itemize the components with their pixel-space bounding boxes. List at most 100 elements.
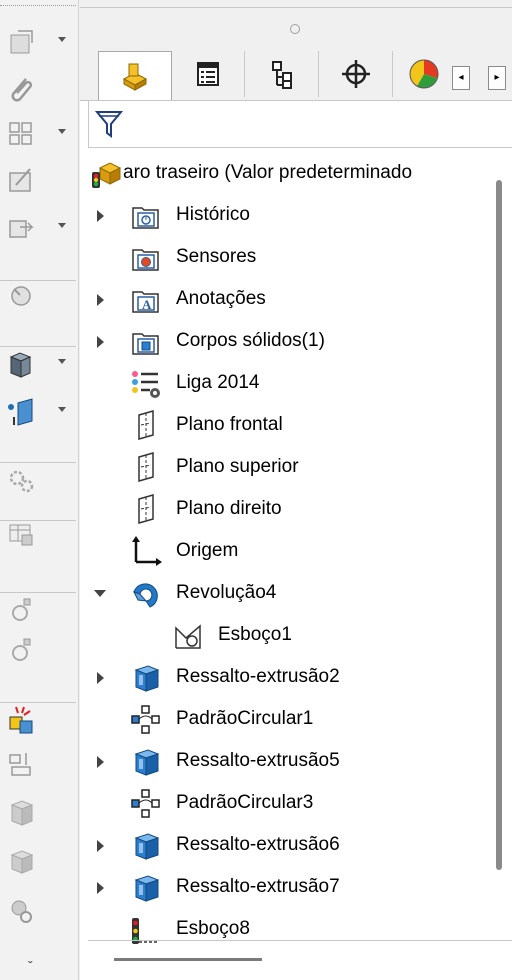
tab-scroll-left-button[interactable]: ◂ [452, 66, 470, 90]
relations-button[interactable] [2, 211, 66, 245]
toolbar-separator [0, 346, 76, 347]
tree-node-label: Ressalto-extrusão7 [176, 876, 340, 897]
circular-pattern-icon [130, 788, 162, 820]
tree-node[interactable]: Esboço1 [80, 618, 495, 654]
solid-bodies-folder-icon [130, 326, 162, 358]
panel-handle-icon[interactable] [290, 24, 300, 34]
table-button[interactable] [2, 517, 62, 551]
expand-arrow-icon[interactable] [97, 294, 104, 306]
plane-icon [130, 410, 162, 442]
sketch-icon [172, 620, 204, 652]
component-button[interactable] [2, 795, 62, 829]
tab-feature-manager[interactable] [98, 51, 172, 100]
chevron-down-icon[interactable] [58, 359, 66, 364]
toolbar-separator [0, 702, 76, 703]
tree-node-label: aro traseiro (Valor predeterminado [123, 162, 413, 183]
tree-node[interactable]: Plano frontal [80, 408, 495, 444]
paperclip-icon [11, 78, 33, 102]
toolbar-more-icon[interactable]: ˇ [28, 958, 33, 974]
tree-node-label: Plano direito [176, 498, 282, 519]
tree-node-label: PadrãoCircular3 [176, 792, 314, 813]
align-button[interactable] [2, 749, 62, 783]
expand-arrow-icon[interactable] [97, 840, 104, 852]
tree-node[interactable]: A Anotações [80, 282, 495, 318]
tab-property-manager[interactable] [172, 51, 245, 97]
mate-alt-button[interactable] [2, 633, 62, 667]
sensors-folder-icon [130, 242, 162, 274]
rebuild-button[interactable] [2, 279, 62, 313]
assembly-button[interactable] [2, 843, 62, 877]
history-folder-icon [130, 200, 162, 232]
tree-node[interactable]: Corpos sólidos(1) [80, 324, 495, 360]
toolbar-separator [0, 592, 76, 593]
tree-node[interactable]: Ressalto-extrusão6 [80, 828, 495, 864]
filter-bar[interactable] [88, 100, 512, 148]
tab-display-manager[interactable] [394, 51, 454, 97]
grid-layout-button[interactable] [2, 117, 66, 151]
feature-manager-panel: ◂ ▸ aro traseiro (Valor predeterminado Hi… [80, 0, 512, 980]
tab-configuration-manager[interactable] [246, 51, 319, 97]
chevron-down-icon[interactable] [58, 37, 66, 42]
annotations-folder-icon: A [130, 284, 162, 316]
extrude-icon [130, 746, 162, 778]
chevron-down-icon[interactable] [58, 407, 66, 412]
sketch-3d-icon [130, 914, 162, 946]
filter-icon[interactable] [95, 109, 123, 139]
expand-arrow-icon[interactable] [97, 756, 104, 768]
extrude-icon [130, 872, 162, 904]
paperclip-button[interactable] [2, 71, 62, 105]
feature-tree: aro traseiro (Valor predeterminado Histór… [80, 146, 495, 944]
panel-header [80, 0, 512, 49]
toolbar-grip[interactable] [0, 5, 76, 8]
tree-root[interactable]: aro traseiro (Valor predeterminado [80, 156, 495, 192]
expand-arrow-icon[interactable] [97, 336, 104, 348]
expand-arrow-icon[interactable] [97, 672, 104, 684]
tree-node[interactable]: Esboço8 [80, 912, 495, 948]
mate-button[interactable] [2, 593, 62, 627]
material-icon [130, 368, 162, 400]
chevron-down-icon[interactable] [58, 129, 66, 134]
tab-dimxpert[interactable] [320, 51, 393, 97]
table-icon [9, 524, 33, 546]
new-sketch-icon [10, 30, 33, 54]
configuration-manager-icon [272, 61, 292, 89]
vertical-scrollbar[interactable] [496, 180, 502, 870]
property-manager-icon [197, 62, 219, 86]
tree-node[interactable]: Plano superior [80, 450, 495, 486]
explode-button[interactable] [2, 703, 62, 737]
tree-node-label: PadrãoCircular1 [176, 708, 314, 729]
tree-node[interactable]: Ressalto-extrusão2 [80, 660, 495, 696]
tab-scroll-right-button[interactable]: ▸ [488, 66, 506, 90]
tree-node-label: Liga 2014 [176, 372, 260, 393]
tree-node-label: Ressalto-extrusão6 [176, 834, 340, 855]
grid-layout-icon [9, 122, 32, 145]
reference-plane-button[interactable] [2, 395, 66, 429]
tree-node[interactable]: Ressalto-extrusão7 [80, 870, 495, 906]
tree-node[interactable]: Revolução4 [80, 576, 495, 612]
svg-text:A: A [142, 297, 152, 312]
expand-arrow-icon[interactable] [97, 210, 104, 222]
tree-node[interactable]: PadrãoCircular1 [80, 702, 495, 738]
extrude-boss-button[interactable] [2, 347, 66, 381]
tree-node[interactable]: PadrãoCircular3 [80, 786, 495, 822]
gears-button[interactable] [2, 463, 62, 497]
horizontal-scrollbar[interactable] [114, 958, 262, 961]
extrude-icon [130, 830, 162, 862]
edit-sketch-button[interactable] [2, 163, 62, 197]
collapse-arrow-icon[interactable] [94, 590, 106, 597]
tree-node[interactable]: Plano direito [80, 492, 495, 528]
new-sketch-button[interactable] [2, 25, 66, 59]
part-icon [90, 158, 122, 190]
tree-node-label: Anotações [176, 288, 266, 309]
camera-button[interactable] [2, 893, 62, 927]
tree-node-label: Histórico [176, 204, 250, 225]
tree-node[interactable]: Liga 2014 [80, 366, 495, 402]
tree-node[interactable]: Origem [80, 534, 495, 570]
tree-node[interactable]: Sensores [80, 240, 495, 276]
explode-icon [9, 706, 33, 734]
tree-node[interactable]: Ressalto-extrusão5 [80, 744, 495, 780]
expand-arrow-icon[interactable] [97, 882, 104, 894]
tree-node[interactable]: Histórico [80, 198, 495, 234]
gears-icon [9, 470, 34, 493]
chevron-down-icon[interactable] [58, 223, 66, 228]
